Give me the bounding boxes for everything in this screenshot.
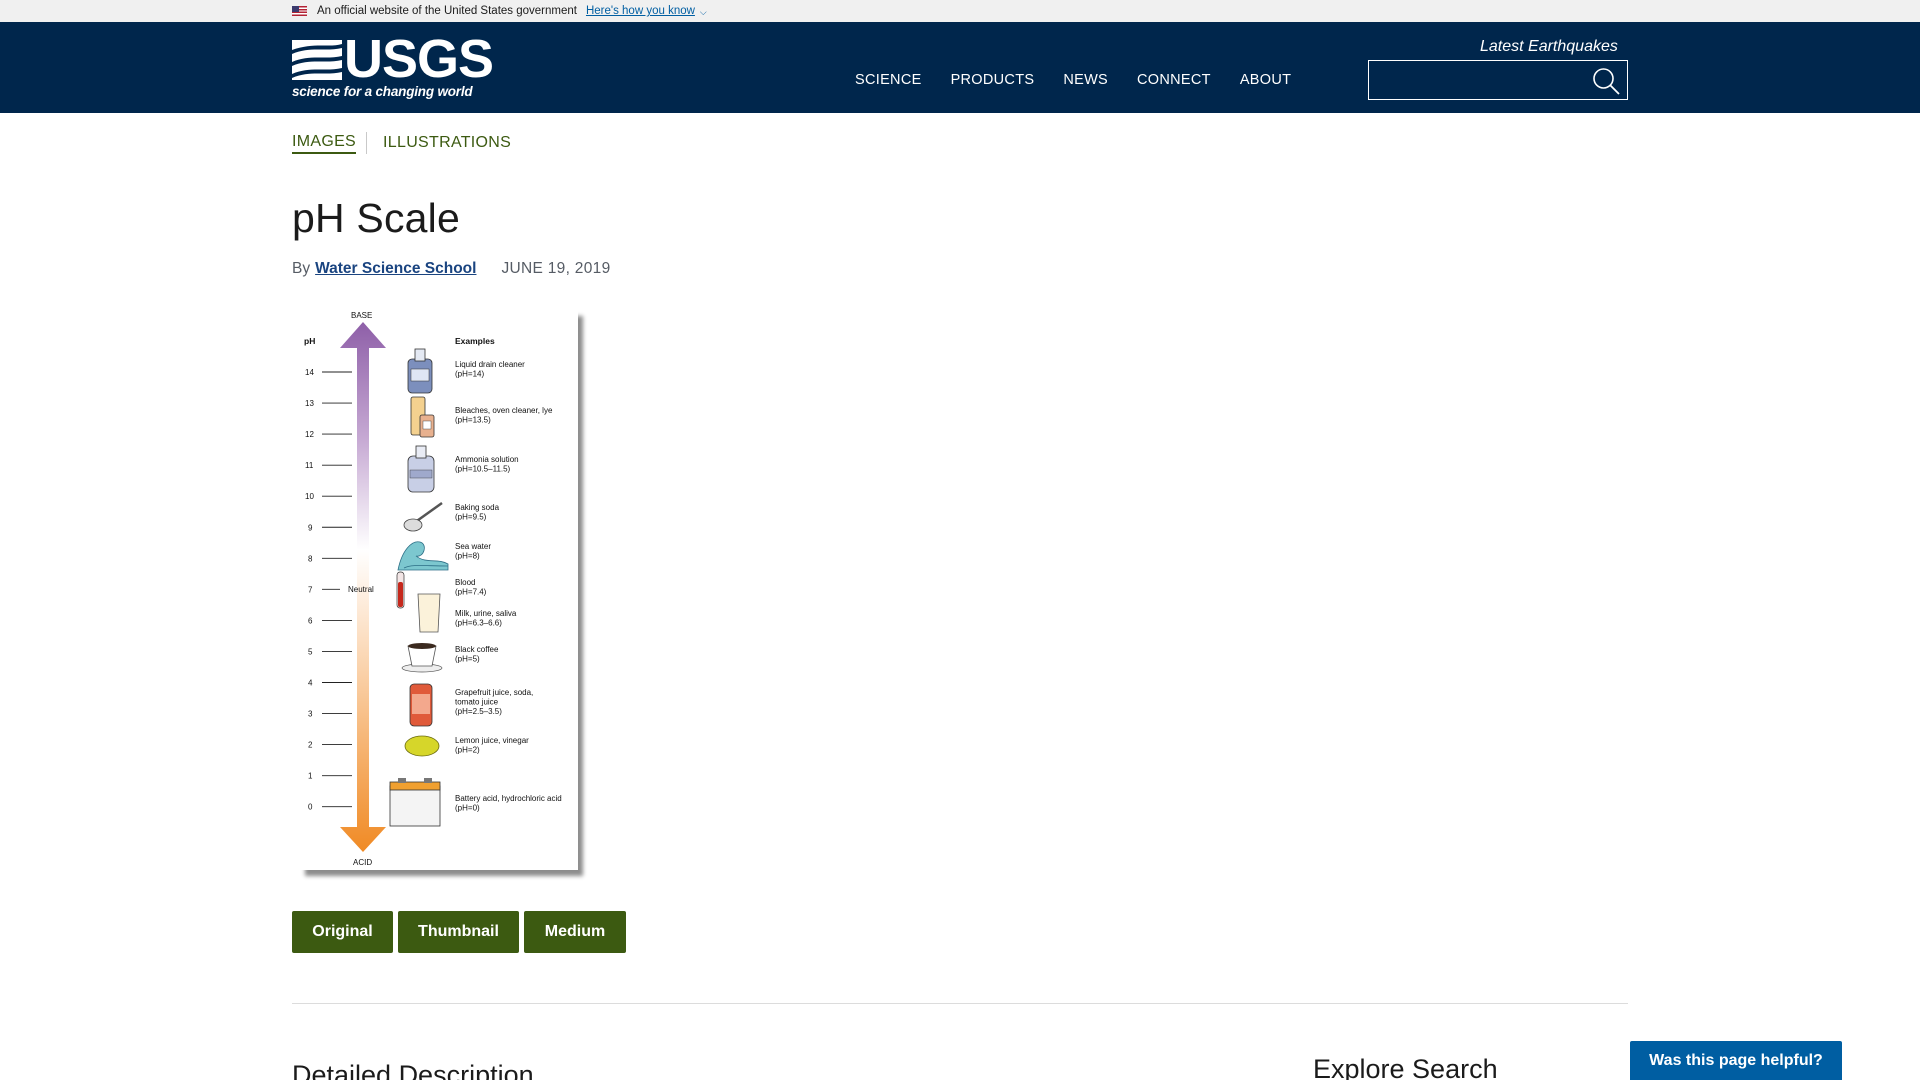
us-flag-icon	[292, 6, 307, 16]
byline: By Water Science School JUNE 19, 2019	[292, 260, 611, 278]
nav-science[interactable]: SCIENCE	[855, 72, 922, 88]
ph-scale-image[interactable]: BASE ACID pH Examples Neutral 14 13 12 11 10…	[296, 302, 586, 872]
ph-example-text: (pH=0)	[455, 804, 480, 813]
ph-tick-label: 9	[308, 523, 313, 532]
ph-tick-label: 4	[308, 679, 313, 688]
nav-connect[interactable]: CONNECT	[1137, 72, 1211, 88]
publish-date: JUNE 19, 2019	[501, 260, 611, 277]
wave-icon	[397, 541, 449, 571]
section-divider	[292, 1003, 1628, 1004]
site-header: USGS science for a changing world SCIENC…	[0, 22, 1920, 113]
ph-example-text: Bleaches, oven cleaner, lye	[455, 406, 553, 415]
ph-example-text: (pH=6.3–6.6)	[455, 619, 502, 628]
label-acid: ACID	[353, 858, 372, 867]
logo-tagline: science for a changing world	[292, 84, 473, 99]
usgs-logo[interactable]: USGS science for a changing world	[292, 32, 494, 104]
ph-example-text: (pH=7.4)	[455, 588, 487, 597]
divider	[366, 132, 368, 154]
byline-prefix: By	[292, 260, 311, 277]
test-tube-icon	[396, 571, 405, 609]
logo-wordmark: USGS	[344, 29, 494, 89]
glass-icon	[417, 593, 441, 633]
chevron-down-icon[interactable]: ⌵	[700, 7, 707, 18]
ph-example-text: Lemon juice, vinegar	[455, 736, 529, 745]
search-box	[1368, 60, 1628, 100]
search-input[interactable]	[1369, 61, 1583, 99]
example-icons	[389, 348, 449, 827]
ph-tick-label: 11	[305, 461, 314, 470]
ph-example-text: Battery acid, hydrochloric acid	[455, 794, 562, 803]
media-type-nav: IMAGES ILLUSTRATIONS	[292, 132, 511, 154]
nav-about[interactable]: ABOUT	[1240, 72, 1291, 88]
ph-example-text: Sea water	[455, 542, 491, 551]
ph-scale-illustration: BASE ACID pH Examples Neutral 1413121110…	[304, 311, 562, 867]
thumbnail-button[interactable]: Thumbnail	[398, 911, 519, 953]
nav-news[interactable]: NEWS	[1063, 72, 1108, 88]
ph-tick-label: 8	[308, 554, 313, 563]
heres-how-you-know-link[interactable]: Here's how you know	[586, 5, 695, 17]
ph-example-text: Blood	[455, 578, 475, 587]
ph-example-text: (pH=2)	[455, 746, 480, 755]
label-neutral: Neutral	[348, 585, 374, 594]
ph-tick-label: 13	[305, 399, 314, 408]
explore-search-heading: Explore Search	[1313, 1054, 1498, 1080]
ph-tick-label: 14	[305, 368, 314, 377]
ph-tick-label: 7	[308, 585, 313, 594]
soda-can-icon	[409, 683, 433, 727]
coffee-cup-icon	[401, 643, 443, 673]
ph-example-text: Milk, urine, saliva	[455, 609, 517, 618]
ph-example-text: (pH=14)	[455, 370, 484, 379]
lemon-icon	[404, 735, 440, 757]
ph-example-text: Liquid drain cleaner	[455, 360, 525, 369]
ph-tick-label: 0	[308, 803, 313, 812]
page-helpful-button[interactable]: Was this page helpful?	[1630, 1041, 1842, 1080]
label-ph: pH	[304, 336, 315, 346]
bottles-icon	[410, 396, 435, 438]
medium-button[interactable]: Medium	[524, 911, 626, 953]
gov-banner: An official website of the United States…	[0, 0, 1920, 22]
ph-tick-label: 12	[305, 430, 314, 439]
tab-illustrations[interactable]: ILLUSTRATIONS	[383, 134, 511, 152]
label-examples: Examples	[455, 336, 495, 346]
ph-examples-text: Liquid drain cleaner(pH=14) Bleaches, ove…	[455, 360, 562, 813]
ph-tick-label: 2	[308, 741, 313, 750]
spoon-icon	[403, 501, 443, 532]
ph-example-text: (pH=13.5)	[455, 416, 491, 425]
author-link[interactable]: Water Science School	[315, 260, 476, 278]
original-button[interactable]: Original	[292, 911, 393, 953]
ph-tick-label: 5	[308, 647, 313, 656]
ph-example-text: (pH=9.5)	[455, 513, 487, 522]
ph-example-text: (pH=8)	[455, 552, 480, 561]
ph-tick-label: 1	[308, 772, 313, 781]
ph-example-text: (pH=2.5–3.5)	[455, 707, 502, 716]
ph-tick-label: 3	[308, 710, 313, 719]
jug-icon	[407, 348, 433, 394]
tab-images[interactable]: IMAGES	[292, 133, 357, 154]
ammonia-bottle-icon	[407, 445, 435, 493]
ph-example-text: (pH=10.5–11.5)	[455, 465, 511, 474]
ph-example-text: (pH=5)	[455, 655, 480, 664]
ph-example-text: tomato juice	[455, 698, 499, 707]
page-title: pH Scale	[292, 195, 460, 241]
ph-example-text: Black coffee	[455, 645, 499, 654]
ph-example-text: Baking soda	[455, 503, 500, 512]
ph-tick-label: 10	[305, 492, 314, 501]
ph-tick-label: 6	[308, 616, 313, 625]
usgs-wave-logo-icon	[292, 40, 342, 80]
battery-icon	[389, 778, 441, 827]
latest-earthquakes-link[interactable]: Latest Earthquakes	[1480, 38, 1618, 56]
label-base: BASE	[351, 311, 372, 320]
search-icon[interactable]	[1591, 66, 1621, 96]
nav-products[interactable]: PRODUCTS	[951, 72, 1035, 88]
ph-example-text: Ammonia solution	[455, 455, 519, 464]
detailed-description-heading: Detailed Description	[292, 1060, 534, 1080]
image-size-buttons: Original Thumbnail Medium	[292, 911, 631, 953]
ph-ticks: 14131211109876543210	[305, 368, 352, 812]
gov-banner-text: An official website of the United States…	[317, 5, 577, 17]
main-nav: SCIENCE PRODUCTS NEWS CONNECT ABOUT	[855, 72, 1320, 88]
ph-example-text: Grapefruit juice, soda,	[455, 688, 533, 697]
